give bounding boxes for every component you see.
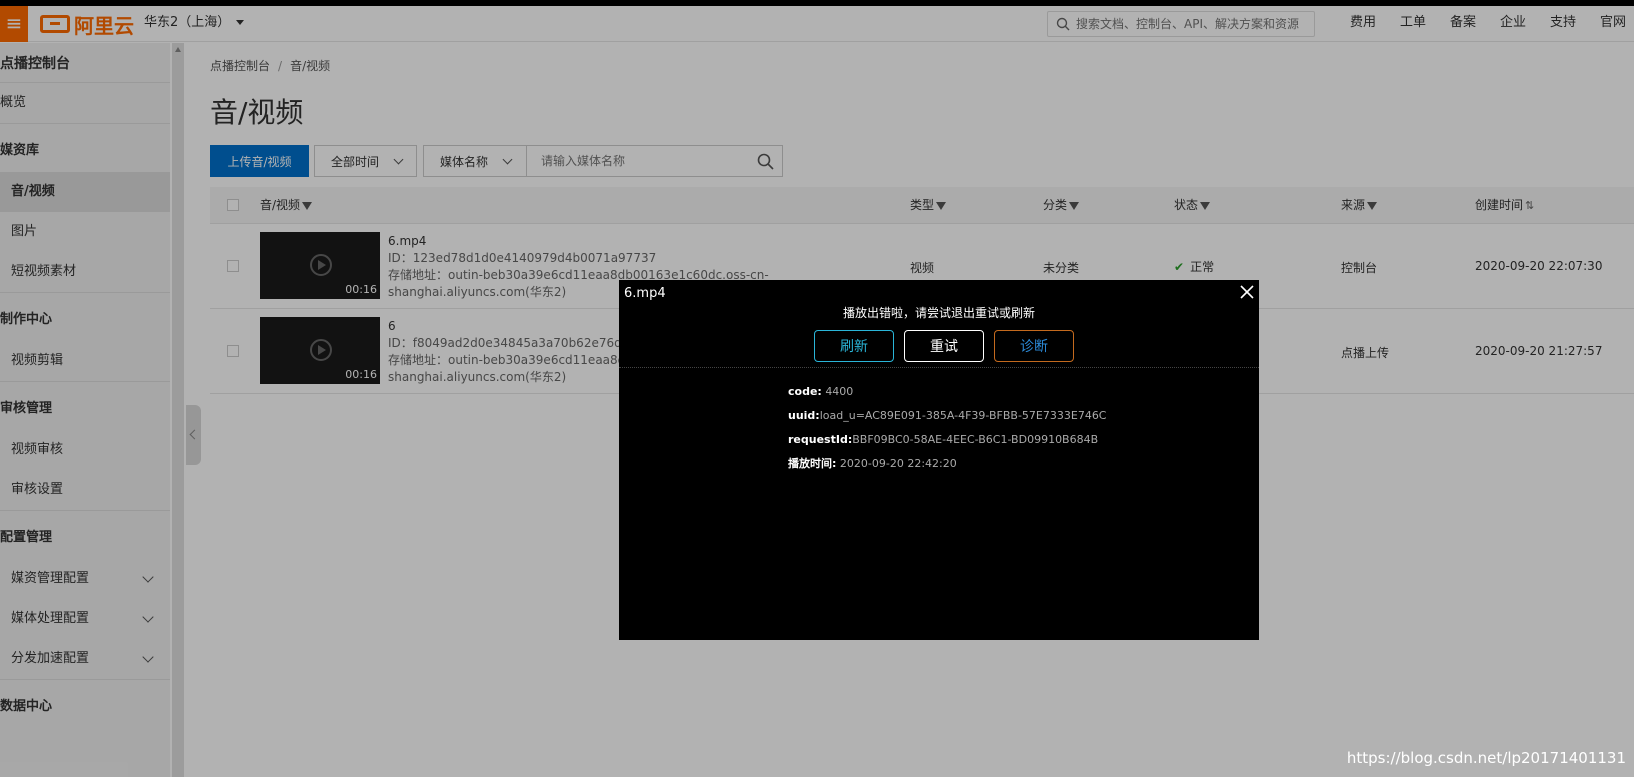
error-message: 播放出错啦，请尝试退出重试或刷新 — [842, 306, 1035, 320]
error-code: code: 4400 — [788, 385, 854, 398]
diagnose-button[interactable]: 诊断 — [994, 330, 1074, 362]
dialog-title: 6.mp4 — [624, 286, 666, 301]
error-request-id: requestId:BBF09BC0-58AE-4EEC-B6C1-BD0991… — [788, 433, 1099, 446]
dialog-actions: 刷新 重试 诊断 — [814, 330, 1084, 362]
error-play-time: 播放时间: 2020-09-20 22:42:20 — [788, 457, 957, 470]
error-details: code: 4400 uuid:load_u=AC89E091-385A-4F3… — [788, 380, 1107, 476]
dialog-divider — [619, 367, 1259, 368]
error-uuid: uuid:load_u=AC89E091-385A-4F39-BFBB-57E7… — [788, 409, 1107, 422]
close-icon[interactable] — [1237, 282, 1257, 302]
watermark: https://blog.csdn.net/lp20171401131 — [1346, 749, 1626, 767]
player-error-dialog: 6.mp4 播放出错啦，请尝试退出重试或刷新 刷新 重试 诊断 code: 44… — [619, 280, 1259, 640]
retry-button[interactable]: 重试 — [904, 330, 984, 362]
refresh-button[interactable]: 刷新 — [814, 330, 894, 362]
